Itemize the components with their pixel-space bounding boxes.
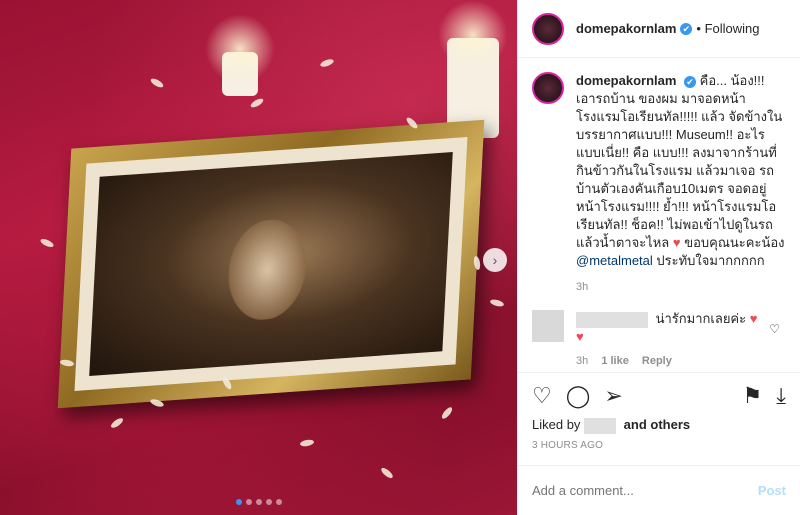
header-username[interactable]: domepakornlam (576, 21, 676, 36)
caption: domepakornlam ✔ คือ... น้อง!!! เอารถบ้าน… (532, 72, 786, 296)
comments-section: domepakornlam ✔ คือ... น้อง!!! เอารถบ้าน… (518, 58, 800, 372)
comment-bubble-icon[interactable]: ◯ (566, 383, 591, 409)
caption-text-closing: ประทับใจมากกกกก (652, 253, 765, 268)
candle-left (205, 14, 275, 96)
comment-item: น่ารักมากเลยค่ะ ♥ ♥ 3h 1 like Reply ♡ (532, 310, 786, 370)
redacted-liker[interactable] (584, 418, 617, 434)
comment-time: 3h (576, 355, 589, 367)
carousel-dot (275, 499, 282, 505)
carousel-dot (255, 499, 262, 505)
bookmark-icon[interactable]: ⚑ (743, 383, 763, 409)
carousel-indicator (235, 499, 282, 505)
caption-text: คือ... น้อง!!! เอารถบ้าน ของผม มาจอดหน้า… (576, 73, 783, 250)
post-sidebar: domepakornlam ✔ • Following domepakornla… (517, 0, 800, 515)
mention-link[interactable]: @metalmetal (576, 253, 653, 268)
like-heart-icon[interactable]: ♡ (532, 383, 552, 409)
likes-summary: Liked by and others (532, 417, 786, 434)
carousel-dot (265, 499, 272, 505)
heart-emoji-icon: ♥ (749, 311, 758, 326)
commenter-avatar-redacted[interactable] (532, 310, 564, 342)
likes-others-link[interactable]: and others (624, 417, 690, 432)
next-arrow-icon[interactable]: › (483, 248, 507, 272)
post-actions: ♡ ◯ ➢ ⚑ ⤓ Liked by and others 3 HOURS AG… (518, 372, 800, 451)
caption-avatar[interactable] (532, 72, 564, 104)
comment-input[interactable] (532, 483, 758, 498)
caption-username[interactable]: domepakornlam (576, 73, 676, 88)
download-icon[interactable]: ⤓ (776, 383, 786, 409)
following-button[interactable]: • Following (696, 21, 759, 36)
post-button[interactable]: Post (758, 483, 786, 498)
redacted-username (576, 311, 648, 328)
post-timestamp: 3 HOURS AGO (532, 440, 604, 451)
verified-icon: ✔ (684, 76, 697, 88)
instagram-post-view: › domepakornlam ✔ • Following domepakorn… (0, 0, 800, 515)
caption-time: 3h (576, 281, 589, 293)
avatar[interactable] (532, 12, 564, 45)
comment-text: น่ารักมากเลยค่ะ (655, 311, 747, 326)
share-send-icon[interactable]: ➢ (604, 383, 622, 409)
comment-like-heart-icon[interactable]: ♡ (769, 320, 780, 338)
add-comment-bar: Post (518, 465, 800, 515)
post-image[interactable]: › (0, 0, 517, 515)
post-header: domepakornlam ✔ • Following (518, 0, 800, 58)
heart-emoji-icon: ♥ (576, 329, 584, 344)
verified-icon: ✔ (680, 22, 693, 35)
picture-frame (57, 119, 485, 409)
caption-text-thanks: ขอบคุณนะคะน้อง (680, 235, 785, 250)
likes-prefix: Liked by (532, 417, 581, 433)
reply-button[interactable]: Reply (642, 355, 672, 367)
carousel-dot (245, 499, 252, 505)
carousel-dot-active (235, 499, 242, 505)
heart-emoji-icon: ♥ (672, 235, 681, 250)
comment-likes[interactable]: 1 like (601, 355, 629, 367)
